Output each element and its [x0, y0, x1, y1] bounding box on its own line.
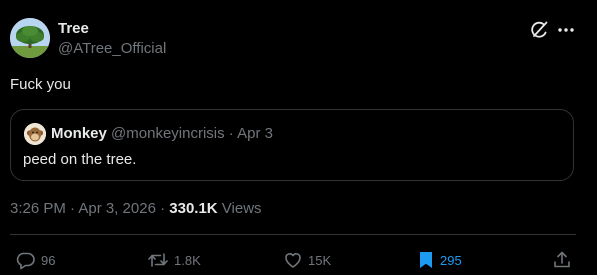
monkey-avatar-icon [24, 123, 46, 145]
like-count: 15K [308, 252, 332, 268]
tree-avatar-icon [10, 18, 50, 58]
quoted-avatar[interactable] [24, 123, 46, 145]
repost-icon [148, 253, 168, 267]
bookmark-icon [420, 252, 432, 268]
views-label: Views [217, 200, 262, 217]
repost-button[interactable]: 1.8K [147, 249, 201, 271]
quoted-date[interactable]: Apr 3 [237, 125, 273, 142]
timestamp[interactable]: 3:26 PM · Apr 3, 2026 · [10, 200, 169, 217]
quoted-tweet[interactable]: Monkey @monkeyincrisis · Apr 3 peed on t… [10, 109, 574, 181]
quoted-handle[interactable]: @monkeyincrisis [111, 125, 225, 142]
reply-icon [16, 252, 35, 270]
repost-count: 1.8K [174, 252, 201, 268]
tweet-meta: 3:26 PM · Apr 3, 2026 · 330.1K Views [10, 200, 262, 217]
views-count: 330.1K [169, 200, 218, 217]
share-button[interactable] [552, 249, 572, 271]
share-icon [554, 251, 570, 268]
heart-icon [285, 253, 301, 268]
quoted-text: peed on the tree. [23, 151, 137, 168]
author-name[interactable]: Tree [58, 20, 89, 37]
grok-icon[interactable] [529, 20, 549, 40]
tweet-text: Fuck you [10, 76, 71, 93]
quoted-separator: · [228, 125, 234, 142]
quoted-name[interactable]: Monkey [51, 125, 107, 142]
like-button[interactable]: 15K [283, 249, 331, 271]
reply-count: 96 [41, 252, 56, 268]
bookmark-count: 295 [440, 252, 462, 268]
more-icon[interactable] [556, 20, 576, 40]
reply-button[interactable]: 96 [16, 249, 55, 271]
avatar[interactable] [10, 18, 50, 58]
author-handle[interactable]: @ATree_Official [58, 40, 166, 57]
quoted-header: Monkey @monkeyincrisis · Apr 3 [51, 125, 273, 142]
bookmark-button[interactable]: 295 [417, 249, 462, 271]
divider [10, 234, 576, 235]
